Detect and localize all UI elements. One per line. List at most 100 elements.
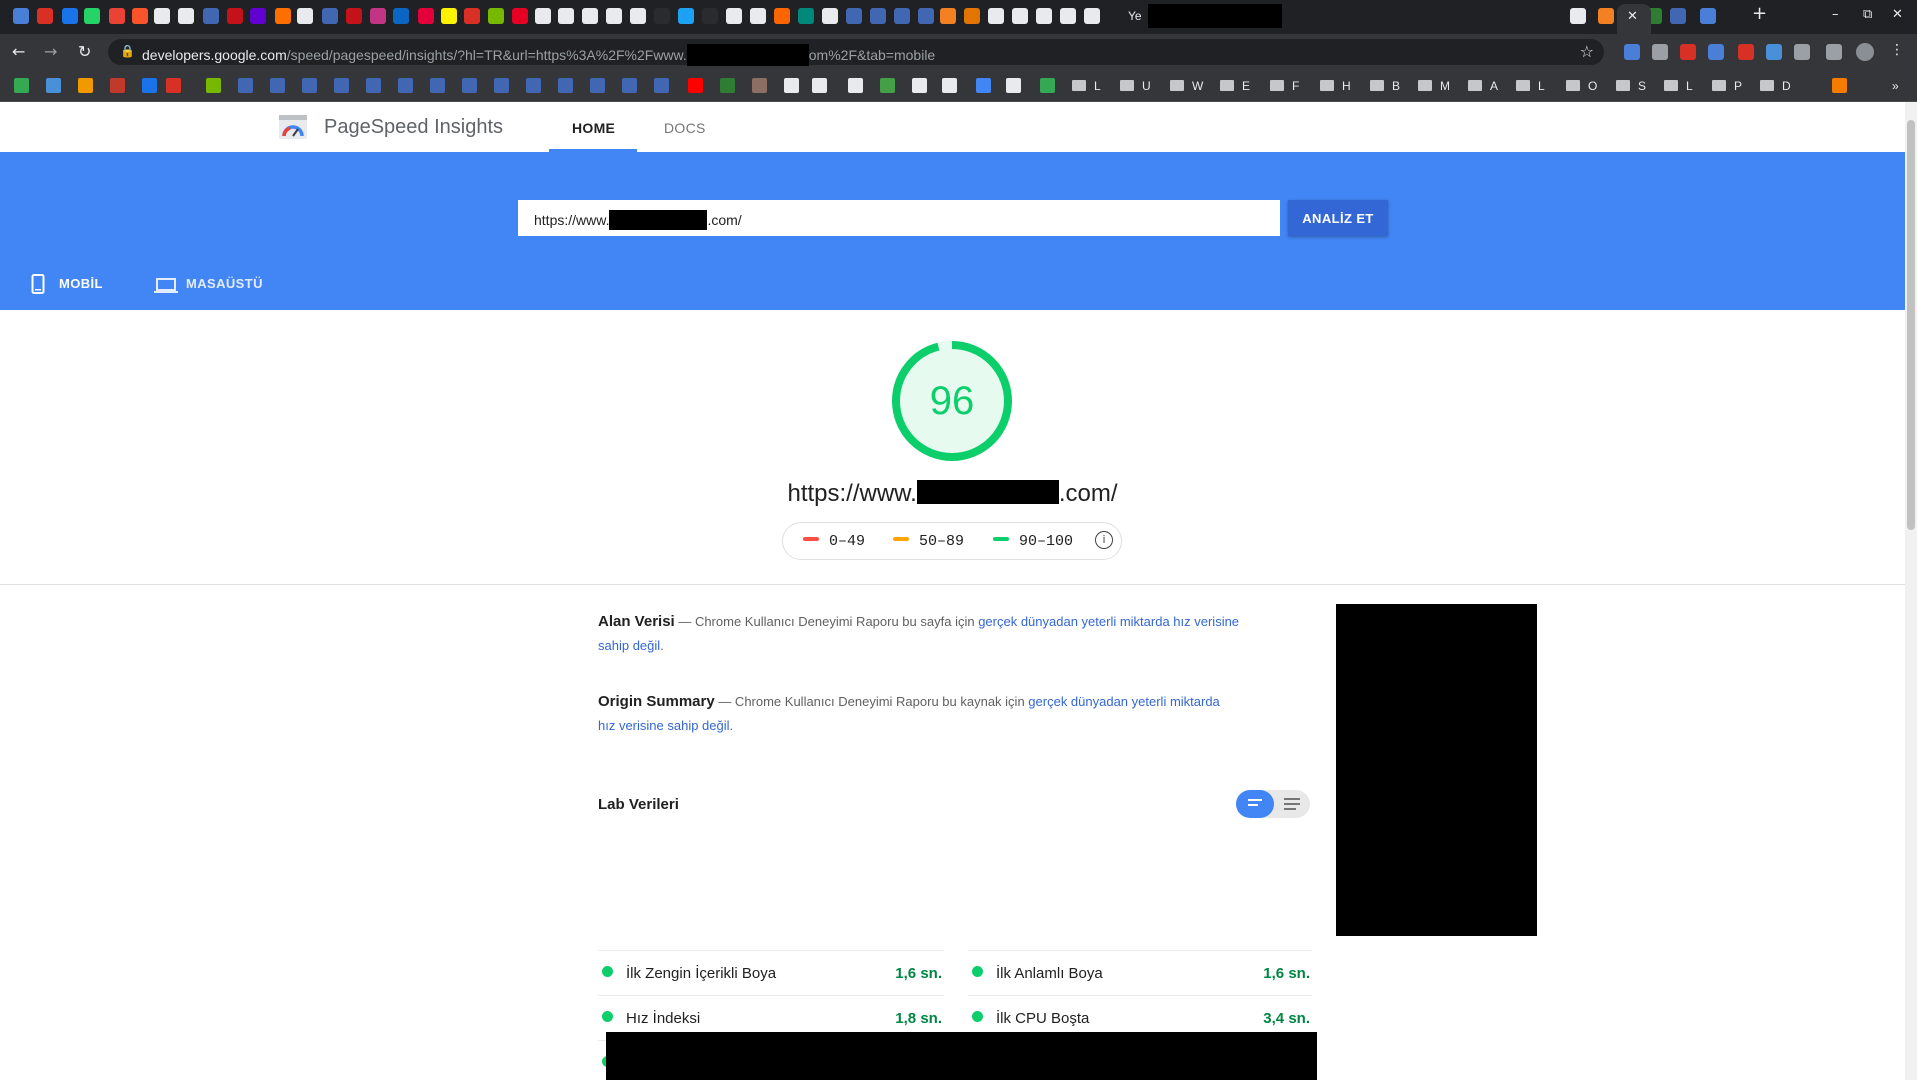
bookmark-icon[interactable] — [720, 78, 735, 93]
bookmark-icon[interactable] — [654, 78, 669, 93]
tab-favicon[interactable] — [203, 8, 219, 24]
tab-favicon[interactable] — [512, 8, 528, 24]
tab-favicon[interactable] — [582, 8, 598, 24]
expanded-view-icon[interactable] — [1284, 798, 1300, 813]
bookmark-icon[interactable] — [78, 78, 93, 93]
extension-icon[interactable] — [1794, 44, 1810, 60]
tab-favicon[interactable] — [1060, 8, 1076, 24]
bookmark-icon[interactable] — [238, 78, 253, 93]
profile-avatar[interactable] — [1856, 43, 1874, 61]
view-toggle[interactable] — [1236, 790, 1310, 818]
back-icon[interactable]: ← — [12, 42, 25, 61]
bookmark-icon[interactable] — [462, 78, 477, 93]
nav-home[interactable]: HOME — [572, 120, 615, 136]
bookmark-icon[interactable] — [752, 78, 767, 93]
bookmark-icon[interactable] — [494, 78, 509, 93]
tab-favicon[interactable] — [774, 8, 790, 24]
bookmark-folder[interactable]: W — [1170, 79, 1203, 93]
tab-favicon[interactable] — [918, 8, 934, 24]
menu-icon[interactable]: ⋮ — [1890, 42, 1904, 58]
tab-favicon[interactable] — [109, 8, 125, 24]
tab-favicon[interactable] — [250, 8, 266, 24]
tab-desktop[interactable]: MASAÜSTÜ — [128, 258, 278, 308]
info-icon[interactable]: i — [1095, 531, 1113, 549]
tab-favicon[interactable] — [297, 8, 313, 24]
view-toggle-compact[interactable] — [1236, 790, 1274, 818]
extension-icon[interactable] — [1766, 44, 1782, 60]
bookmark-icon[interactable] — [166, 78, 181, 93]
tab-active[interactable]: ✕ — [1617, 4, 1651, 34]
bookmark-folder[interactable]: E — [1220, 79, 1250, 93]
more-bookmarks-icon[interactable]: » — [1892, 79, 1899, 93]
tab-favicon[interactable] — [798, 8, 814, 24]
bookmark-icon[interactable] — [976, 78, 991, 93]
bookmark-folder[interactable]: U — [1120, 79, 1151, 93]
bookmark-icon[interactable] — [880, 78, 895, 93]
bookmark-folder[interactable]: D — [1760, 79, 1791, 93]
tab-favicon[interactable] — [1670, 8, 1686, 24]
nav-docs[interactable]: DOCS — [664, 120, 706, 136]
tab-mobile[interactable]: MOBİL — [0, 258, 128, 308]
bookmark-icon[interactable] — [688, 78, 703, 93]
tab-favicon[interactable] — [346, 8, 362, 24]
bookmark-icon[interactable] — [942, 78, 957, 93]
restore-button[interactable]: ⧉ — [1863, 7, 1872, 22]
bookmark-icon[interactable] — [110, 78, 125, 93]
tab-favicon[interactable] — [726, 8, 742, 24]
tab-favicon[interactable] — [870, 8, 886, 24]
tab-favicon[interactable] — [535, 8, 551, 24]
bookmark-icon[interactable] — [912, 78, 927, 93]
bookmark-icon[interactable] — [558, 78, 573, 93]
bookmark-icon[interactable] — [270, 78, 285, 93]
address-bar[interactable]: 🔒 developers.google.com/speed/pagespeed/… — [108, 39, 1604, 66]
tab-favicon[interactable] — [393, 8, 409, 24]
minimize-button[interactable]: – — [1832, 7, 1839, 22]
tab-favicon[interactable] — [227, 8, 243, 24]
tab-favicon[interactable] — [702, 8, 718, 24]
bookmark-folder[interactable]: P — [1712, 79, 1742, 93]
tab-favicon[interactable] — [13, 8, 29, 24]
tab-favicon[interactable] — [1570, 8, 1586, 24]
tab-favicon[interactable] — [964, 8, 980, 24]
tab-favicon[interactable] — [654, 8, 670, 24]
bookmark-folder[interactable]: H — [1320, 79, 1351, 93]
url-input[interactable]: https://www. .com/ — [518, 200, 1280, 236]
tab-favicon[interactable] — [322, 8, 338, 24]
bookmark-icon[interactable] — [1832, 78, 1847, 93]
tab-favicon[interactable] — [132, 8, 148, 24]
close-window-button[interactable]: ✕ — [1892, 7, 1903, 22]
bookmark-folder[interactable]: L — [1072, 79, 1101, 93]
tab-favicon[interactable] — [418, 8, 434, 24]
bookmark-icon[interactable] — [590, 78, 605, 93]
bookmark-folder[interactable]: B — [1370, 79, 1400, 93]
bookmark-icon[interactable] — [622, 78, 637, 93]
bookmark-icon[interactable] — [334, 78, 349, 93]
extension-icon[interactable] — [1826, 44, 1842, 60]
bookmark-icon[interactable] — [812, 78, 827, 93]
tab-favicon[interactable] — [441, 8, 457, 24]
bookmark-folder[interactable]: M — [1418, 79, 1450, 93]
extension-icon[interactable] — [1652, 44, 1668, 60]
bookmark-icon[interactable] — [46, 78, 61, 93]
close-tab-icon[interactable]: ✕ — [1627, 9, 1638, 24]
tab-favicon[interactable] — [1700, 8, 1716, 24]
bookmark-icon[interactable] — [206, 78, 221, 93]
tab-favicon[interactable] — [275, 8, 291, 24]
bookmark-folder[interactable]: L — [1664, 79, 1693, 93]
extension-icon[interactable] — [1708, 44, 1724, 60]
tab-favicon[interactable] — [370, 8, 386, 24]
bookmark-icon[interactable] — [848, 78, 863, 93]
bookmark-icon[interactable] — [1040, 78, 1055, 93]
bookmark-icon[interactable] — [398, 78, 413, 93]
bookmark-folder[interactable]: L — [1516, 79, 1545, 93]
bookmark-icon[interactable] — [14, 78, 29, 93]
bookmark-icon[interactable] — [366, 78, 381, 93]
scrollbar-thumb[interactable] — [1907, 120, 1915, 530]
bookmark-icon[interactable] — [526, 78, 541, 93]
bookmark-icon[interactable] — [302, 78, 317, 93]
tab-favicon[interactable] — [750, 8, 766, 24]
tab-favicon[interactable] — [606, 8, 622, 24]
reload-icon[interactable]: ↻ — [78, 42, 91, 61]
tab-favicon[interactable] — [488, 8, 504, 24]
extension-icon[interactable] — [1680, 44, 1696, 60]
